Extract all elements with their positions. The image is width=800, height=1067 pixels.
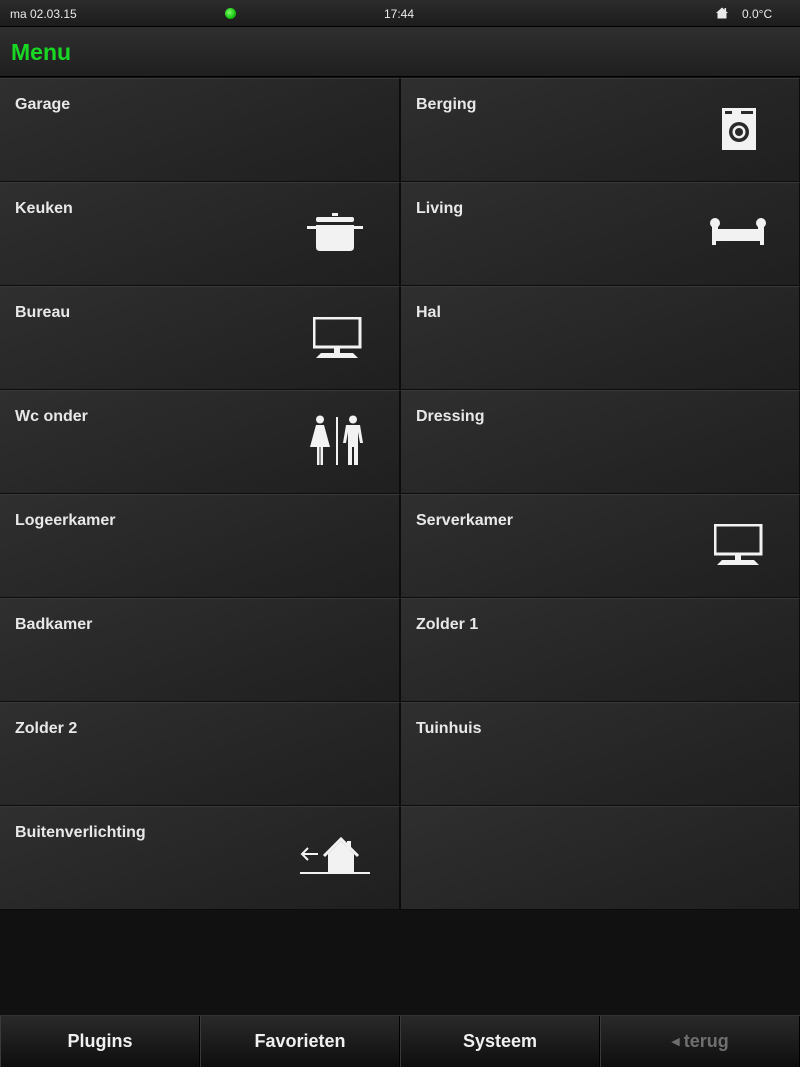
room-tile-bureau[interactable]: Bureau [0, 286, 400, 390]
washing-machine-icon [722, 108, 756, 150]
page-title: Menu [11, 39, 72, 65]
room-label: Dressing [416, 408, 485, 425]
monitor-icon [714, 524, 763, 565]
room-tile-wc-onder[interactable]: Wc onder [0, 390, 400, 494]
tab-label: Systeem [462, 1031, 538, 1051]
room-tile-logeerkamer[interactable]: Logeerkamer [0, 494, 400, 598]
room-tile-buitenverlichting[interactable]: Buitenverlichting [0, 806, 400, 910]
room-tile-badkamer[interactable]: Badkamer [0, 598, 400, 702]
room-tile-berging[interactable]: Berging [400, 78, 800, 182]
room-label: Logeerkamer [15, 512, 116, 529]
room-tile-empty [400, 806, 800, 910]
status-date: ma 02.03.15 [10, 7, 77, 21]
tab-system[interactable]: Systeem [400, 1016, 600, 1067]
room-tile-dressing[interactable]: Dressing [400, 390, 800, 494]
tab-favorites[interactable]: Favorieten [200, 1016, 400, 1067]
status-bar: ma 02.03.15 17:44 0.0°C [0, 0, 800, 27]
restroom-icon [310, 415, 363, 465]
room-label: Buitenverlichting [15, 824, 146, 841]
monitor-icon [313, 317, 362, 358]
room-tile-tuinhuis[interactable]: Tuinhuis [400, 702, 800, 806]
room-label: Berging [416, 96, 477, 113]
room-label: Hal [416, 304, 441, 321]
status-time: 17:44 [384, 7, 415, 21]
back-label: terug [683, 1031, 729, 1051]
connection-indicator-icon [225, 8, 236, 19]
room-label: Living [416, 200, 464, 217]
room-tile-serverkamer[interactable]: Serverkamer [400, 494, 800, 598]
tab-label: Favorieten [254, 1031, 346, 1051]
cooking-pot-icon [307, 213, 363, 251]
room-label: Wc onder [15, 408, 88, 425]
bottom-tab-bar: Plugins Favorieten Systeem ◀ terug [0, 1015, 800, 1067]
room-label: Badkamer [15, 616, 93, 633]
home-icon [716, 7, 728, 19]
back-button[interactable]: ◀ terug [600, 1016, 800, 1067]
room-tile-garage[interactable]: Garage [0, 78, 400, 182]
room-tile-hal[interactable]: Hal [400, 286, 800, 390]
house-exit-icon [300, 837, 370, 874]
status-temperature: 0.0°C [742, 7, 773, 21]
room-label: Keuken [15, 200, 73, 217]
room-tile-zolder-2[interactable]: Zolder 2 [0, 702, 400, 806]
title-bar: Menu [0, 27, 800, 77]
sofa-icon [710, 218, 766, 245]
room-label: Serverkamer [416, 512, 513, 529]
room-label: Garage [15, 96, 71, 113]
room-tile-living[interactable]: Living [400, 182, 800, 286]
room-label: Zolder 1 [416, 616, 479, 633]
back-arrow-icon: ◀ [671, 1036, 680, 1048]
room-grid: Garage Berging Keuken Living Bureau Hal … [0, 78, 800, 911]
room-label: Bureau [15, 304, 71, 321]
room-label: Tuinhuis [416, 720, 482, 737]
tab-plugins[interactable]: Plugins [0, 1016, 200, 1067]
tab-label: Plugins [67, 1031, 133, 1051]
room-tile-zolder-1[interactable]: Zolder 1 [400, 598, 800, 702]
room-label: Zolder 2 [15, 720, 78, 737]
room-tile-keuken[interactable]: Keuken [0, 182, 400, 286]
